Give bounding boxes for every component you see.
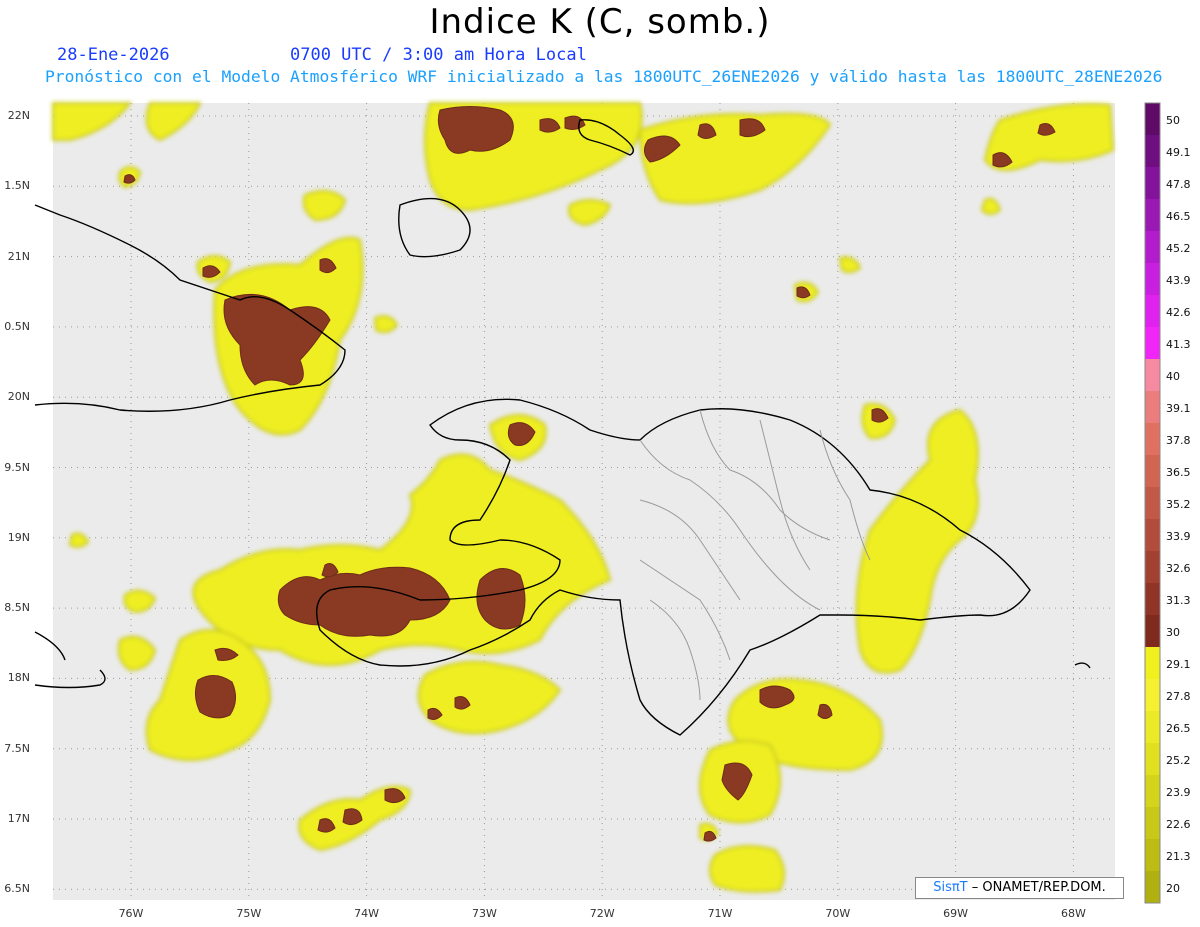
colorbar-swatch — [1145, 583, 1160, 616]
lat-tick-label: 8.5N — [4, 601, 30, 615]
colorbar-swatch — [1145, 167, 1160, 200]
forecast-map — [34, 102, 1161, 904]
colorbar-swatch — [1145, 743, 1160, 776]
colorbar-label: 46.5 — [1166, 209, 1191, 223]
colorbar-swatch — [1145, 199, 1160, 232]
lat-tick-label: 9.5N — [4, 460, 30, 474]
colorbar-label: 20 — [1166, 881, 1180, 895]
forecast-subtitle: Pronóstico con el Modelo Atmosférico WRF… — [45, 67, 1163, 86]
colorbar-label: 40 — [1166, 369, 1180, 383]
lat-tick-label: 0.5N — [4, 319, 30, 333]
colorbar-swatch — [1145, 519, 1160, 552]
lat-tick-label: 1.5N — [4, 179, 30, 193]
colorbar-label: 45.2 — [1166, 241, 1191, 255]
colorbar-swatch — [1145, 487, 1160, 520]
colorbar-label: 23.9 — [1166, 785, 1191, 799]
lon-tick-label: 75W — [236, 907, 262, 920]
colorbar-swatch — [1145, 775, 1160, 808]
lat-tick-label: 19N — [7, 530, 30, 544]
lat-tick-label: 20N — [7, 390, 30, 404]
colorbar-label: 37.8 — [1166, 433, 1191, 447]
colorbar-swatch — [1145, 647, 1160, 680]
lon-tick-label: 70W — [825, 907, 851, 920]
colorbar-label: 26.5 — [1166, 721, 1191, 735]
lon-tick-label: 68W — [1060, 907, 1086, 920]
colorbar-label: 29.1 — [1166, 657, 1191, 671]
colorbar-label: 31.3 — [1166, 593, 1191, 607]
lon-tick-label: 71W — [707, 907, 733, 920]
colorbar-label: 22.6 — [1166, 817, 1191, 831]
colorbar-label: 43.9 — [1166, 273, 1191, 287]
colorbar-swatch — [1145, 135, 1160, 168]
colorbar-swatch — [1145, 871, 1160, 904]
lon-tick-label: 76W — [118, 907, 144, 920]
forecast-date: 28-Ene-2026 — [57, 45, 170, 65]
colorbar — [1144, 102, 1161, 904]
colorbar-label: 42.6 — [1166, 305, 1191, 319]
lat-tick-label: 17N — [7, 812, 30, 825]
lat-tick-label: 6.5N — [4, 882, 30, 896]
credit-box: SisπT – ONAMET/REP.DOM. — [915, 877, 1124, 899]
colorbar-label: 49.1 — [1166, 145, 1191, 159]
colorbar-swatch — [1145, 455, 1160, 488]
colorbar-swatch — [1145, 263, 1160, 296]
colorbar-swatch — [1145, 423, 1160, 456]
lat-tick-label: 18N — [7, 671, 30, 685]
colorbar-swatch — [1145, 231, 1160, 264]
credit-brand: SisπT — [933, 880, 968, 895]
lon-tick-label: 72W — [589, 907, 615, 920]
lon-tick-label: 73W — [471, 907, 497, 920]
colorbar-label: 35.2 — [1166, 497, 1191, 511]
lon-tick-label: 74W — [354, 907, 380, 920]
lon-tick-label: 69W — [943, 907, 969, 920]
colorbar-label: 50 — [1166, 113, 1180, 127]
colorbar-swatch — [1145, 679, 1160, 712]
colorbar-label: 47.8 — [1166, 177, 1191, 191]
lat-tick-label: 21N — [7, 249, 30, 263]
colorbar-swatch — [1145, 711, 1160, 744]
colorbar-swatch — [1145, 615, 1160, 648]
colorbar-swatch — [1145, 807, 1160, 840]
colorbar-swatch — [1145, 839, 1160, 872]
colorbar-label: 25.2 — [1166, 753, 1191, 767]
forecast-time: 0700 UTC / 3:00 am Hora Local — [290, 45, 587, 65]
colorbar-swatch — [1145, 295, 1160, 328]
chart-title: Indice K (C, somb.) — [429, 2, 771, 42]
colorbar-label: 32.6 — [1166, 561, 1191, 575]
lat-tick-label: 22N — [7, 109, 30, 122]
colorbar-label: 41.3 — [1166, 337, 1191, 351]
lat-tick-label: 7.5N — [4, 741, 30, 755]
colorbar-label: 36.5 — [1166, 465, 1191, 479]
colorbar-swatch — [1145, 391, 1160, 424]
colorbar-label: 39.1 — [1166, 401, 1191, 415]
colorbar-swatch — [1145, 103, 1160, 136]
colorbar-swatch — [1145, 327, 1160, 360]
colorbar-label: 21.3 — [1166, 849, 1191, 863]
colorbar-swatch — [1145, 551, 1160, 584]
colorbar-label: 30 — [1166, 625, 1180, 639]
colorbar-swatch — [1145, 359, 1160, 392]
colorbar-label: 33.9 — [1166, 529, 1191, 543]
colorbar-label: 27.8 — [1166, 689, 1191, 703]
credit-text: – ONAMET/REP.DOM. — [967, 880, 1106, 895]
